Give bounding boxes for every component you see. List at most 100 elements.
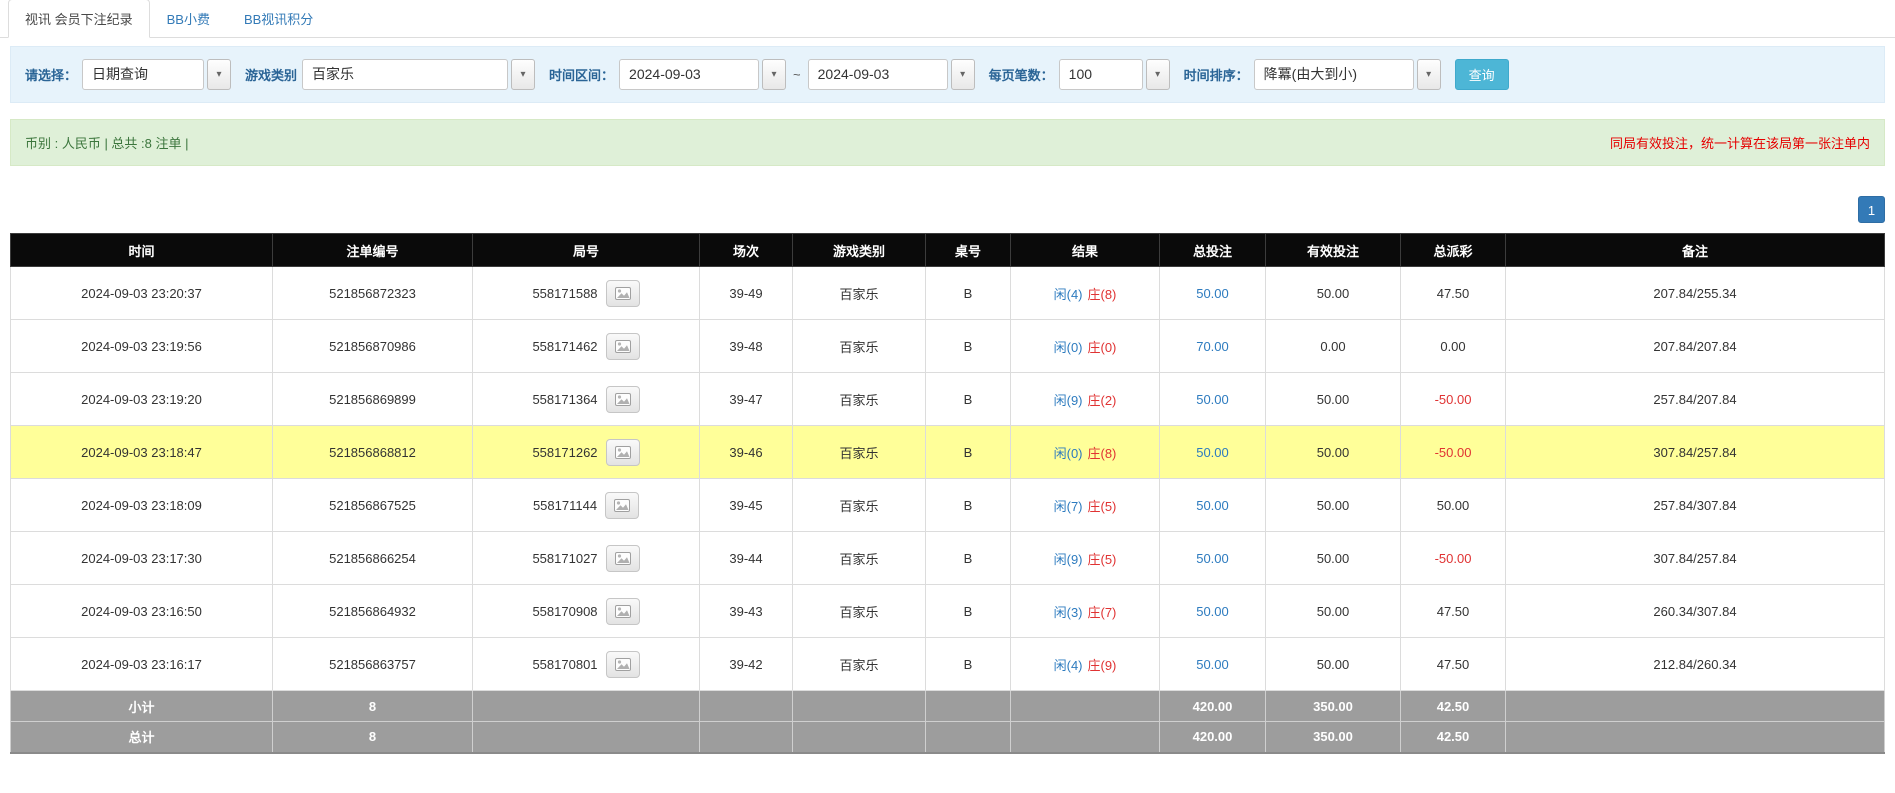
cell-result: 闲(4) 庄(8) (1011, 267, 1160, 320)
total-count: 8 (273, 722, 473, 753)
round-replay-button[interactable] (605, 492, 639, 519)
tab-bar: 视讯 会员下注纪录 BB小费 BB视讯积分 (0, 0, 1895, 38)
sort-order-select[interactable]: 降冪(由大到小) (1254, 59, 1441, 90)
table-row: 2024-09-03 23:19:56 521856870986 5581714… (11, 320, 1885, 373)
cell-game-type: 百家乐 (793, 267, 926, 320)
cell-payout: 47.50 (1401, 585, 1506, 638)
header-session: 场次 (700, 234, 793, 267)
round-id-text: 558171144 (533, 498, 597, 513)
header-valid-bet: 有效投注 (1266, 234, 1401, 267)
date-from-value[interactable]: 2024-09-03 (619, 59, 759, 90)
image-icon (615, 658, 631, 671)
sort-order-label: 时间排序： (1184, 65, 1249, 84)
summary-note: 同局有效投注，统一计算在该局第一张注单内 (1610, 133, 1870, 152)
cell-time: 2024-09-03 23:16:17 (11, 638, 273, 691)
player-result: 闲(0) (1054, 443, 1083, 462)
tab-bb-video-points[interactable]: BB视讯积分 (227, 0, 330, 38)
round-replay-button[interactable] (606, 545, 640, 572)
cell-payout: -50.00 (1401, 532, 1506, 585)
round-replay-button[interactable] (606, 651, 640, 678)
header-remark: 备注 (1506, 234, 1885, 267)
bet-records-table: 时间 注单编号 局号 场次 游戏类别 桌号 结果 总投注 有效投注 总派彩 备注… (10, 233, 1885, 754)
tab-bb-tips[interactable]: BB小费 (150, 0, 227, 38)
cell-remark: 307.84/257.84 (1506, 532, 1885, 585)
image-icon (615, 605, 631, 618)
player-result: 闲(4) (1054, 284, 1083, 303)
game-type-select[interactable]: 百家乐 (302, 59, 535, 90)
total-payout: 42.50 (1401, 722, 1506, 753)
round-id-text: 558171027 (532, 551, 597, 566)
cell-result: 闲(4) 庄(9) (1011, 638, 1160, 691)
cell-table-no: B (926, 532, 1011, 585)
page-root: 视讯 会员下注纪录 BB小费 BB视讯积分 请选择： 日期查询 游戏类别 百家乐… (0, 0, 1895, 754)
image-icon (614, 499, 630, 512)
cell-total-bet[interactable]: 50.00 (1160, 426, 1266, 479)
cell-game-type: 百家乐 (793, 426, 926, 479)
cell-session: 39-46 (700, 426, 793, 479)
cell-valid-bet: 50.00 (1266, 479, 1401, 532)
cell-round-id: 558171027 (473, 532, 700, 585)
image-icon (615, 552, 631, 565)
filter-bar: 请选择： 日期查询 游戏类别 百家乐 时间区间： 2024-09-03 ~ 20… (10, 46, 1885, 103)
tab-video-bet-records[interactable]: 视讯 会员下注纪录 (8, 0, 150, 38)
round-id-text: 558171364 (532, 392, 597, 407)
page-size-select[interactable]: 100 (1059, 59, 1170, 90)
date-from-select[interactable]: 2024-09-03 (619, 59, 786, 90)
page-1-button[interactable]: 1 (1858, 196, 1885, 223)
date-to-value[interactable]: 2024-09-03 (808, 59, 948, 90)
cell-payout: 50.00 (1401, 479, 1506, 532)
cell-payout: 47.50 (1401, 267, 1506, 320)
date-to-select[interactable]: 2024-09-03 (808, 59, 975, 90)
cell-game-type: 百家乐 (793, 320, 926, 373)
player-result: 闲(9) (1054, 549, 1083, 568)
cell-game-type: 百家乐 (793, 479, 926, 532)
chevron-down-icon[interactable] (951, 59, 975, 90)
header-game-type: 游戏类别 (793, 234, 926, 267)
query-button[interactable]: 查询 (1455, 59, 1509, 90)
image-icon (615, 393, 631, 406)
time-range-label: 时间区间： (549, 65, 614, 84)
cell-total-bet[interactable]: 70.00 (1160, 320, 1266, 373)
cell-total-bet[interactable]: 50.00 (1160, 267, 1266, 320)
subtotal-count: 8 (273, 691, 473, 722)
cell-valid-bet: 50.00 (1266, 426, 1401, 479)
round-replay-button[interactable] (606, 439, 640, 466)
banker-result: 庄(5) (1088, 549, 1117, 568)
cell-table-no: B (926, 638, 1011, 691)
game-type-value[interactable]: 百家乐 (302, 59, 508, 90)
chevron-down-icon[interactable] (1417, 59, 1441, 90)
cell-result: 闲(9) 庄(2) (1011, 373, 1160, 426)
cell-total-bet[interactable]: 50.00 (1160, 638, 1266, 691)
page-size-value[interactable]: 100 (1059, 59, 1143, 90)
cell-round-id: 558171262 (473, 426, 700, 479)
player-result: 闲(7) (1054, 496, 1083, 515)
cell-valid-bet: 50.00 (1266, 267, 1401, 320)
summary-bar: 币别 : 人民币 | 总共 :8 注单 | 同局有效投注，统一计算在该局第一张注… (10, 119, 1885, 166)
query-type-select[interactable]: 日期查询 (82, 59, 231, 90)
cell-total-bet[interactable]: 50.00 (1160, 532, 1266, 585)
round-replay-button[interactable] (606, 333, 640, 360)
sort-order-value[interactable]: 降冪(由大到小) (1254, 59, 1414, 90)
round-replay-button[interactable] (606, 386, 640, 413)
query-type-value[interactable]: 日期查询 (82, 59, 204, 90)
cell-session: 39-42 (700, 638, 793, 691)
round-replay-button[interactable] (606, 280, 640, 307)
cell-round-id: 558170908 (473, 585, 700, 638)
cell-round-id: 558171364 (473, 373, 700, 426)
table-body: 2024-09-03 23:20:37 521856872323 5581715… (11, 267, 1885, 691)
chevron-down-icon[interactable] (762, 59, 786, 90)
chevron-down-icon[interactable] (207, 59, 231, 90)
cell-total-bet[interactable]: 50.00 (1160, 479, 1266, 532)
chevron-down-icon[interactable] (511, 59, 535, 90)
table-row: 2024-09-03 23:20:37 521856872323 5581715… (11, 267, 1885, 320)
cell-total-bet[interactable]: 50.00 (1160, 373, 1266, 426)
round-replay-button[interactable] (606, 598, 640, 625)
cell-valid-bet: 50.00 (1266, 585, 1401, 638)
total-row: 总计 8 420.00 350.00 42.50 (11, 722, 1885, 753)
chevron-down-icon[interactable] (1146, 59, 1170, 90)
cell-result: 闲(3) 庄(7) (1011, 585, 1160, 638)
round-id-text: 558170801 (532, 657, 597, 672)
cell-total-bet[interactable]: 50.00 (1160, 585, 1266, 638)
subtotal-row: 小计 8 420.00 350.00 42.50 (11, 691, 1885, 722)
cell-bet-id: 521856867525 (273, 479, 473, 532)
